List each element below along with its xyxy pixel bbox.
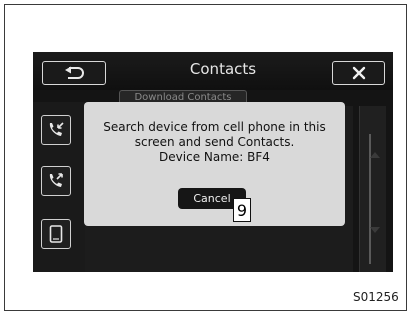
close-icon xyxy=(352,66,365,80)
header-bar: Contacts xyxy=(33,52,393,90)
outgoing-call-history-button[interactable] xyxy=(41,166,71,196)
side-menu xyxy=(33,102,85,272)
search-device-dialog: Search device from cell phone in this sc… xyxy=(84,102,345,226)
outgoing-call-icon xyxy=(49,173,63,187)
dialog-message: Search device from cell phone in this sc… xyxy=(90,120,339,165)
incoming-call-history-button[interactable] xyxy=(41,115,71,145)
head-unit-screen: Contacts Download Contacts Search device… xyxy=(33,52,393,272)
phone-device-icon xyxy=(49,225,63,243)
back-button[interactable] xyxy=(42,61,106,85)
scroll-down-icon xyxy=(370,227,380,233)
scroll-up-icon xyxy=(370,152,380,158)
phonebook-button[interactable] xyxy=(41,219,71,249)
device-name-label: Device Name: BF4 xyxy=(159,150,270,164)
scroll-column xyxy=(359,106,386,272)
dialog-message-line: screen and send Contacts. xyxy=(134,135,295,149)
callout-number: 9 xyxy=(233,198,251,222)
incoming-call-icon xyxy=(49,122,64,136)
figure-code: S01256 xyxy=(353,290,399,304)
close-button[interactable] xyxy=(332,61,385,85)
back-arrow-icon xyxy=(65,66,84,79)
dialog-message-line: Search device from cell phone in this xyxy=(103,120,326,134)
page-title: Contacts xyxy=(189,60,257,78)
